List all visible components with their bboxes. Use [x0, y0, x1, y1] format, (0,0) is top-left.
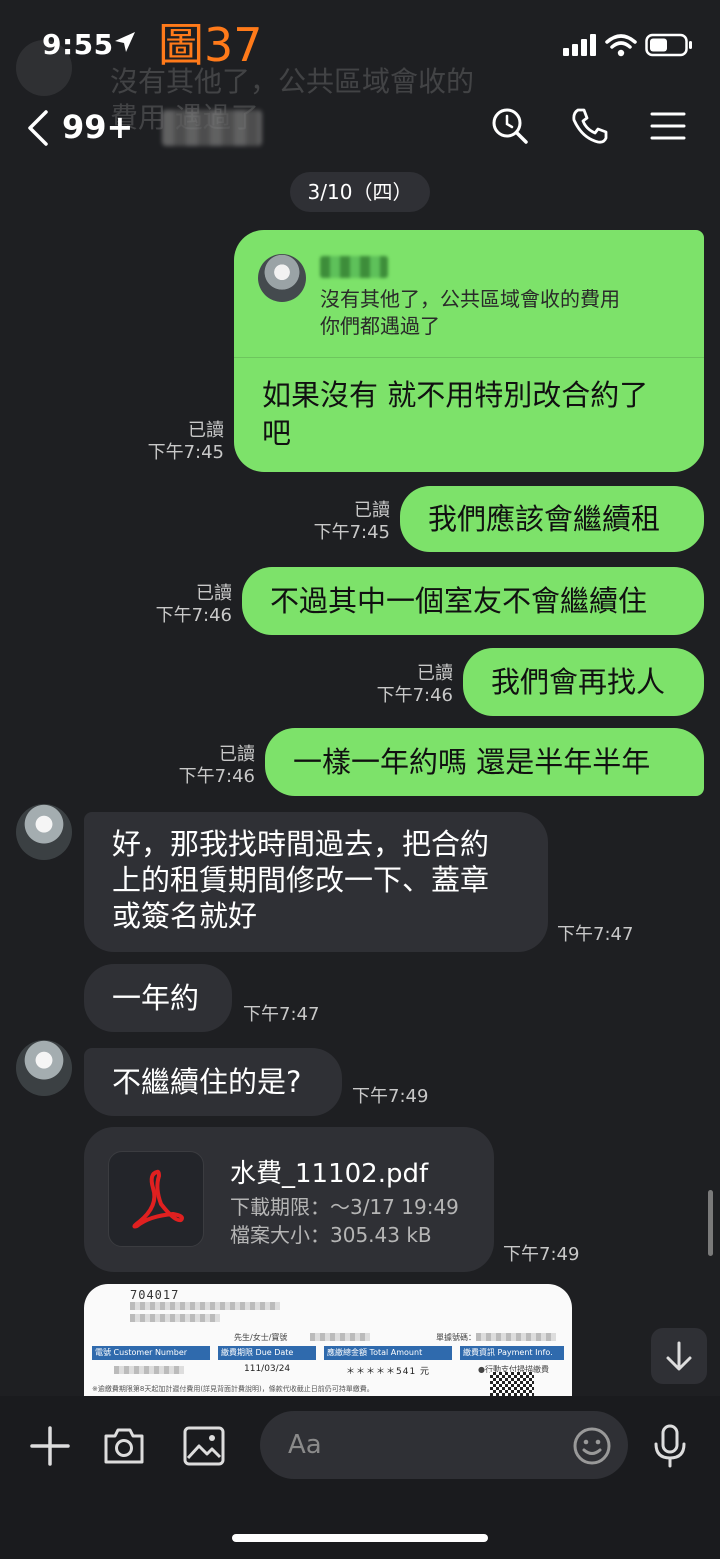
message-text: 一樣一年約嗎 還是半年半年	[293, 745, 651, 779]
chat-name-blurred	[162, 110, 262, 146]
message-meta: 已讀 下午7:45	[290, 500, 390, 544]
message-text: 一年約	[112, 981, 200, 1015]
message-text: 我們會再找人	[491, 665, 666, 699]
message-meta: 已讀 下午7:46	[353, 663, 453, 707]
message-time: 下午7:46	[178, 766, 255, 787]
message-meta: 已讀 下午7:46	[155, 744, 255, 788]
plus-icon[interactable]	[26, 1422, 74, 1470]
sent-message-bubble[interactable]: 我們應該會繼續租	[400, 486, 704, 552]
received-message-bubble[interactable]: 一年約	[84, 964, 232, 1032]
message-time: 下午7:49	[503, 1244, 580, 1265]
sent-reply-bubble[interactable]: 沒有其他了，公共區域會收的費用 你們都遇過了 如果沒有 就不用特別改合約了 吧	[234, 230, 704, 472]
pdf-file-icon	[108, 1151, 204, 1247]
file-name: 水費_11102.pdf	[230, 1159, 429, 1189]
file-expiry: 下載期限：～3/17 19:49	[230, 1195, 459, 1219]
microphone-icon[interactable]	[646, 1422, 694, 1470]
bill-col-payment: 繳費資訊 Payment Info.	[460, 1346, 564, 1360]
blurred-name	[310, 1333, 370, 1341]
sent-message-bubble[interactable]: 不過其中一個室友不會繼續住	[242, 567, 704, 635]
phone-icon[interactable]	[570, 106, 610, 146]
acrobat-icon	[132, 1169, 184, 1229]
search-icon[interactable]	[490, 106, 530, 146]
message-text: 不過其中一個室友不會繼續住	[270, 584, 648, 618]
blurred-address	[130, 1302, 280, 1310]
bill-amount: ＊＊＊＊＊541 元	[346, 1367, 431, 1377]
bill-receipt-label: 單據號碼：	[436, 1333, 476, 1342]
home-indicator[interactable]	[232, 1534, 488, 1542]
arrow-down-icon	[666, 1341, 692, 1371]
bill-col-amount: 應繳總金額 Total Amount	[324, 1346, 452, 1360]
scroll-to-bottom-button[interactable]	[651, 1328, 707, 1384]
bill-number: 704017	[130, 1288, 180, 1302]
message-time: 下午7:45	[313, 522, 390, 543]
sent-message-bubble[interactable]: 我們會再找人	[463, 648, 704, 716]
unread-count[interactable]: 99+	[62, 108, 133, 146]
message-time: 下午7:45	[147, 442, 224, 463]
message-meta: 已讀 下午7:46	[132, 583, 232, 627]
chat-header: 99+	[0, 90, 720, 170]
received-message-bubble[interactable]: 不繼續住的是?	[84, 1048, 342, 1116]
image-icon[interactable]	[180, 1422, 228, 1470]
received-message-bubble[interactable]: 好，那我找時間過去，把合約 上的租賃期間修改一下、蓋章 或簽名就好	[84, 812, 548, 952]
bill-col-due: 繳費期限 Due Date	[218, 1346, 316, 1360]
message-text: 我們應該會繼續租	[428, 502, 661, 536]
bill-col-customer: 電號 Customer Number	[92, 1346, 210, 1360]
message-time: 下午7:46	[376, 685, 453, 706]
blurred-customer-number	[114, 1366, 184, 1374]
message-text: 不繼續住的是?	[112, 1065, 302, 1099]
quoted-text-line1: 沒有其他了，公共區域會收的費用	[320, 287, 620, 311]
blurred-address	[130, 1314, 220, 1322]
blurred-receipt	[476, 1333, 556, 1341]
message-time: 下午7:49	[352, 1086, 429, 1107]
bill-salutation: 先生/女士/寶號	[234, 1333, 288, 1342]
message-text-line3: 或簽名就好	[112, 899, 258, 933]
quoted-sender-blurred	[320, 256, 388, 278]
scrollbar[interactable]	[708, 1190, 713, 1256]
read-receipt: 已讀	[196, 583, 232, 604]
message-meta: 已讀 下午7:45	[126, 420, 224, 464]
image-message-preview[interactable]: 704017 先生/女士/寶號 單據號碼： 電號 Customer Number…	[84, 1284, 572, 1404]
read-receipt: 已讀	[417, 663, 453, 684]
wifi-icon	[605, 34, 637, 57]
bill-footnote: ※逾繳費期限第8天起加計遲付費用(詳見背面計費說明)，條款代收截止日前仍可持單繳…	[92, 1385, 374, 1393]
ghost-avatar	[16, 40, 72, 96]
read-receipt: 已讀	[188, 420, 224, 441]
date-divider: 3/10（四）	[290, 172, 430, 212]
location-arrow-icon	[115, 32, 135, 52]
message-time: 下午7:47	[557, 924, 634, 945]
bill-due-date: 111/03/24	[244, 1364, 291, 1374]
file-size: 檔案大小：305.43 kB	[230, 1223, 432, 1247]
quoted-message[interactable]: 沒有其他了，公共區域會收的費用 你們都遇過了	[234, 230, 704, 358]
message-text-line2: 上的租賃期間修改一下、蓋章	[112, 863, 490, 897]
sent-message-bubble[interactable]: 一樣一年約嗎 還是半年半年	[265, 728, 704, 796]
figure-label: 圖37	[158, 18, 263, 72]
file-message-bubble[interactable]: 水費_11102.pdf 下載期限：～3/17 19:49 檔案大小：305.4…	[84, 1127, 494, 1272]
message-time: 下午7:46	[155, 605, 232, 626]
menu-icon[interactable]	[648, 106, 688, 146]
sender-avatar[interactable]	[16, 804, 72, 860]
emoji-icon[interactable]	[572, 1426, 612, 1466]
reply-text: 如果沒有 就不用特別改合約了 吧	[262, 378, 649, 450]
quoted-text-line2: 你們都遇過了	[320, 314, 440, 338]
read-receipt: 已讀	[219, 744, 255, 765]
back-chevron-icon[interactable]	[24, 108, 52, 148]
message-text-line1: 好，那我找時間過去，把合約	[112, 827, 490, 861]
cellular-signal-icon	[563, 34, 596, 56]
read-receipt: 已讀	[354, 500, 390, 521]
message-time: 下午7:47	[243, 1004, 320, 1025]
quoted-avatar	[258, 254, 306, 302]
camera-icon[interactable]	[100, 1422, 148, 1470]
message-input-bar	[0, 1396, 720, 1559]
battery-icon	[645, 33, 692, 57]
sender-avatar[interactable]	[16, 1040, 72, 1096]
